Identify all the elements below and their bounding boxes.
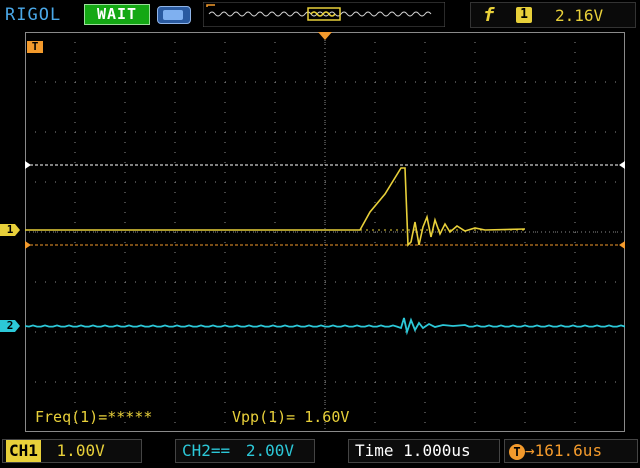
run-status-badge[interactable]: WAIT bbox=[84, 4, 150, 25]
frequency-measurement: Freq(1)=***** bbox=[35, 408, 153, 426]
time-label: Time bbox=[355, 441, 394, 460]
trigger-edge-icon: f bbox=[483, 4, 495, 26]
trigger-level-right-arrow bbox=[619, 241, 625, 249]
bottom-status-bar: CH1 1.00V CH2== 2.00V Time 1.000us T →161… bbox=[0, 437, 640, 468]
trigger-info-panel[interactable]: f 1 2.16V bbox=[470, 2, 636, 28]
ch2-ground-marker[interactable]: 2 bbox=[0, 320, 20, 332]
battery-icon bbox=[157, 6, 191, 24]
ch1-ground-marker[interactable]: 1 bbox=[0, 224, 20, 236]
cursor-right-arrow bbox=[619, 161, 625, 169]
top-status-bar: RIGOL WAIT f 1 2.16V bbox=[0, 0, 640, 30]
ch1-trace bbox=[25, 167, 526, 247]
ch2-coupling: == bbox=[210, 441, 231, 460]
memory-waveform-icon bbox=[203, 2, 445, 27]
ch2-scale-value: 2.00V bbox=[245, 441, 294, 460]
trigger-time-marker bbox=[318, 32, 332, 40]
vpp-measurement: Vpp(1)= 1.60V bbox=[232, 408, 350, 426]
trigger-offset-icon: T bbox=[509, 444, 525, 460]
waveform-display[interactable] bbox=[25, 32, 625, 432]
timebase-panel[interactable]: Time 1.000us bbox=[348, 439, 500, 463]
trigger-position-marker[interactable]: T bbox=[27, 41, 43, 53]
trigger-offset-value: 161.6us bbox=[534, 441, 603, 460]
cursor-left-arrow bbox=[25, 161, 31, 169]
trigger-source-badge: 1 bbox=[516, 7, 532, 23]
trigger-level-value: 2.16V bbox=[555, 6, 604, 25]
ch1-scale-panel[interactable]: CH1 1.00V bbox=[2, 439, 142, 463]
ch2-label: CH2 bbox=[182, 441, 211, 460]
trigger-offset-panel[interactable]: T →161.6us bbox=[504, 439, 638, 463]
brand-logo: RIGOL bbox=[5, 5, 62, 25]
time-scale-value: 1.000us bbox=[403, 441, 471, 460]
ch1-label: CH1 bbox=[6, 440, 41, 462]
trigger-level-left-arrow bbox=[25, 241, 31, 249]
ch2-scale-panel[interactable]: CH2== 2.00V bbox=[175, 439, 315, 463]
ch1-scale-value: 1.00V bbox=[56, 441, 105, 460]
